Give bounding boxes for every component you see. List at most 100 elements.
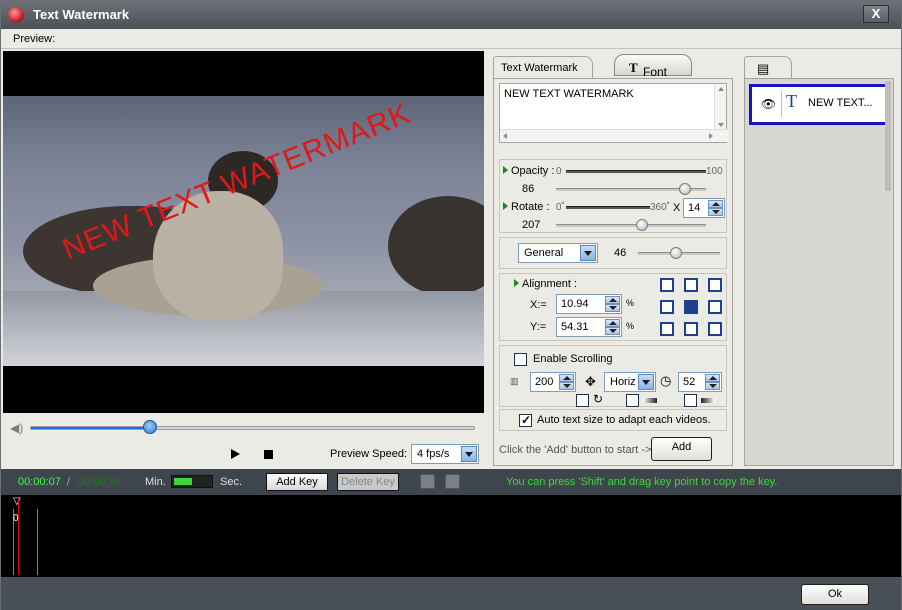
min-sec-toggle[interactable] xyxy=(171,475,213,488)
ruler-icon: ▥ xyxy=(510,376,519,386)
align-middle-right-icon[interactable] xyxy=(708,300,722,314)
chevron-down-icon[interactable] xyxy=(461,446,477,462)
scroll-speed-spinner[interactable]: 200 xyxy=(530,372,576,392)
chevron-down-icon[interactable] xyxy=(638,374,654,390)
seek-track[interactable] xyxy=(30,426,475,430)
spin-down-icon[interactable] xyxy=(708,208,723,216)
y-label: Y:= xyxy=(530,321,547,333)
align-top-center-icon[interactable] xyxy=(684,278,698,292)
rotate-min: 0˚ xyxy=(556,202,565,213)
add-key-button[interactable]: Add Key xyxy=(266,473,328,491)
alignment-label: Alignment : xyxy=(522,278,578,290)
auto-text-size-label: Auto text size to adapt each videos. xyxy=(537,414,711,426)
blend-slider-handle[interactable] xyxy=(669,247,682,259)
watermark-settings-panel: Text Watermark T Font NEW TEXT WATERMARK… xyxy=(489,51,737,467)
prev-key-icon[interactable] xyxy=(420,474,435,489)
enable-scrolling-checkbox[interactable] xyxy=(514,353,527,366)
spin-up-icon[interactable] xyxy=(605,296,620,304)
add-button-label: Add xyxy=(671,441,692,453)
rotate-step-spin-buttons[interactable] xyxy=(708,200,723,216)
next-key-icon[interactable] xyxy=(445,474,460,489)
tab-font[interactable]: T Font xyxy=(614,54,692,79)
spin-up-icon[interactable] xyxy=(708,200,723,208)
scroll-right-icon[interactable] xyxy=(709,133,713,139)
layer-item-text[interactable]: 👁 T NEW TEXT... xyxy=(749,84,889,125)
align-bottom-left-icon[interactable] xyxy=(660,322,674,336)
x-position-spinner[interactable]: 10.94 xyxy=(556,294,622,314)
timeline-hint: You can press 'Shift' and drag key point… xyxy=(506,476,778,488)
align-bottom-right-icon[interactable] xyxy=(708,322,722,336)
align-top-left-icon[interactable] xyxy=(660,278,674,292)
ok-button[interactable]: Ok xyxy=(801,584,869,605)
layers-scrollbar[interactable] xyxy=(885,81,891,191)
fade-out-checkbox[interactable] xyxy=(684,394,697,407)
stop-button[interactable] xyxy=(264,450,273,459)
playhead-marker[interactable] xyxy=(18,499,19,575)
spin-up-icon[interactable] xyxy=(559,374,574,382)
scroll-direction-value: Horiz xyxy=(610,376,636,388)
scroll-direction-select[interactable]: Horiz xyxy=(604,372,656,392)
auto-text-size-checkbox[interactable] xyxy=(519,413,532,427)
scroll-speed-spin-buttons[interactable] xyxy=(559,374,574,390)
rotate-label: Rotate : xyxy=(511,201,550,213)
opacity-slider-handle[interactable] xyxy=(679,183,691,195)
layers-icon: ▤ xyxy=(757,61,770,76)
text-scrollbar-horizontal[interactable] xyxy=(500,129,728,142)
x-position-value: 10.94 xyxy=(561,298,589,310)
scroll-down-icon[interactable] xyxy=(718,123,724,127)
scroll-time-spinner[interactable]: 52 xyxy=(678,372,722,392)
blend-mode-select[interactable]: General xyxy=(518,243,598,263)
font-icon: T xyxy=(629,60,638,75)
scroll-left-icon[interactable] xyxy=(503,133,507,139)
add-button[interactable]: Add xyxy=(651,437,712,461)
add-hint-text: Click the 'Add' button to start -> xyxy=(499,444,652,456)
seek-progress xyxy=(31,427,152,429)
y-unit: % xyxy=(626,321,635,331)
text-watermark-tab-content: NEW TEXT WATERMARK Opacity : 0 100 86 Ro… xyxy=(493,78,733,466)
spin-down-icon[interactable] xyxy=(559,382,574,390)
spin-up-icon[interactable] xyxy=(705,374,720,382)
spin-down-icon[interactable] xyxy=(705,382,720,390)
text-scrollbar-vertical[interactable] xyxy=(714,84,726,130)
add-key-label: Add Key xyxy=(276,476,318,488)
keyframe-marker-icon[interactable]: ▽ xyxy=(13,496,21,507)
spin-up-icon[interactable] xyxy=(605,319,620,327)
y-position-spin-buttons[interactable] xyxy=(605,319,620,335)
fade-in-checkbox[interactable] xyxy=(626,394,639,407)
time-separator: / xyxy=(67,476,71,488)
text-watermark-window: Text Watermark X Preview: NEW TEXT WATER… xyxy=(0,0,902,610)
keyframe-timeline[interactable]: ▽ 0 xyxy=(1,495,901,577)
scroll-time-value: 52 xyxy=(683,376,696,388)
align-middle-left-icon[interactable] xyxy=(660,300,674,314)
close-button[interactable]: X xyxy=(863,5,889,23)
rotate-range-bar xyxy=(566,206,650,209)
rotate-step-spinner[interactable]: 14 xyxy=(683,198,725,218)
x-position-spin-buttons[interactable] xyxy=(605,296,620,312)
tab-text-watermark[interactable]: Text Watermark xyxy=(493,56,593,78)
chevron-down-icon[interactable] xyxy=(580,245,596,261)
scroll-up-icon[interactable] xyxy=(718,87,724,91)
watermark-text-input[interactable]: NEW TEXT WATERMARK xyxy=(499,83,728,143)
play-button[interactable] xyxy=(231,449,240,459)
video-preview: NEW TEXT WATERMARK xyxy=(3,51,484,413)
volume-icon[interactable]: ◀) xyxy=(10,421,24,435)
scroll-speed-value: 200 xyxy=(535,376,554,388)
loop-checkbox[interactable] xyxy=(576,394,589,407)
align-center-icon[interactable] xyxy=(684,300,698,314)
preview-speed-select[interactable]: 4 fps/s xyxy=(411,444,479,464)
rotate-slider-track[interactable] xyxy=(556,224,706,227)
menu-bar: Preview: xyxy=(1,29,901,49)
tab-layers[interactable]: ▤ xyxy=(744,56,792,78)
spin-down-icon[interactable] xyxy=(605,327,620,335)
scroll-time-spin-buttons[interactable] xyxy=(705,374,720,390)
spin-down-icon[interactable] xyxy=(605,304,620,312)
align-top-right-icon[interactable] xyxy=(708,278,722,292)
rotate-slider-handle[interactable] xyxy=(636,219,649,231)
tab-font-content: T Font xyxy=(629,60,667,79)
delete-key-button[interactable]: Delete Key xyxy=(337,473,399,491)
y-position-spinner[interactable]: 54.31 xyxy=(556,317,622,337)
seek-handle[interactable] xyxy=(143,420,158,434)
align-bottom-center-icon[interactable] xyxy=(684,322,698,336)
blend-mode-value: General xyxy=(524,247,564,259)
eye-icon[interactable]: 👁 xyxy=(756,91,782,117)
